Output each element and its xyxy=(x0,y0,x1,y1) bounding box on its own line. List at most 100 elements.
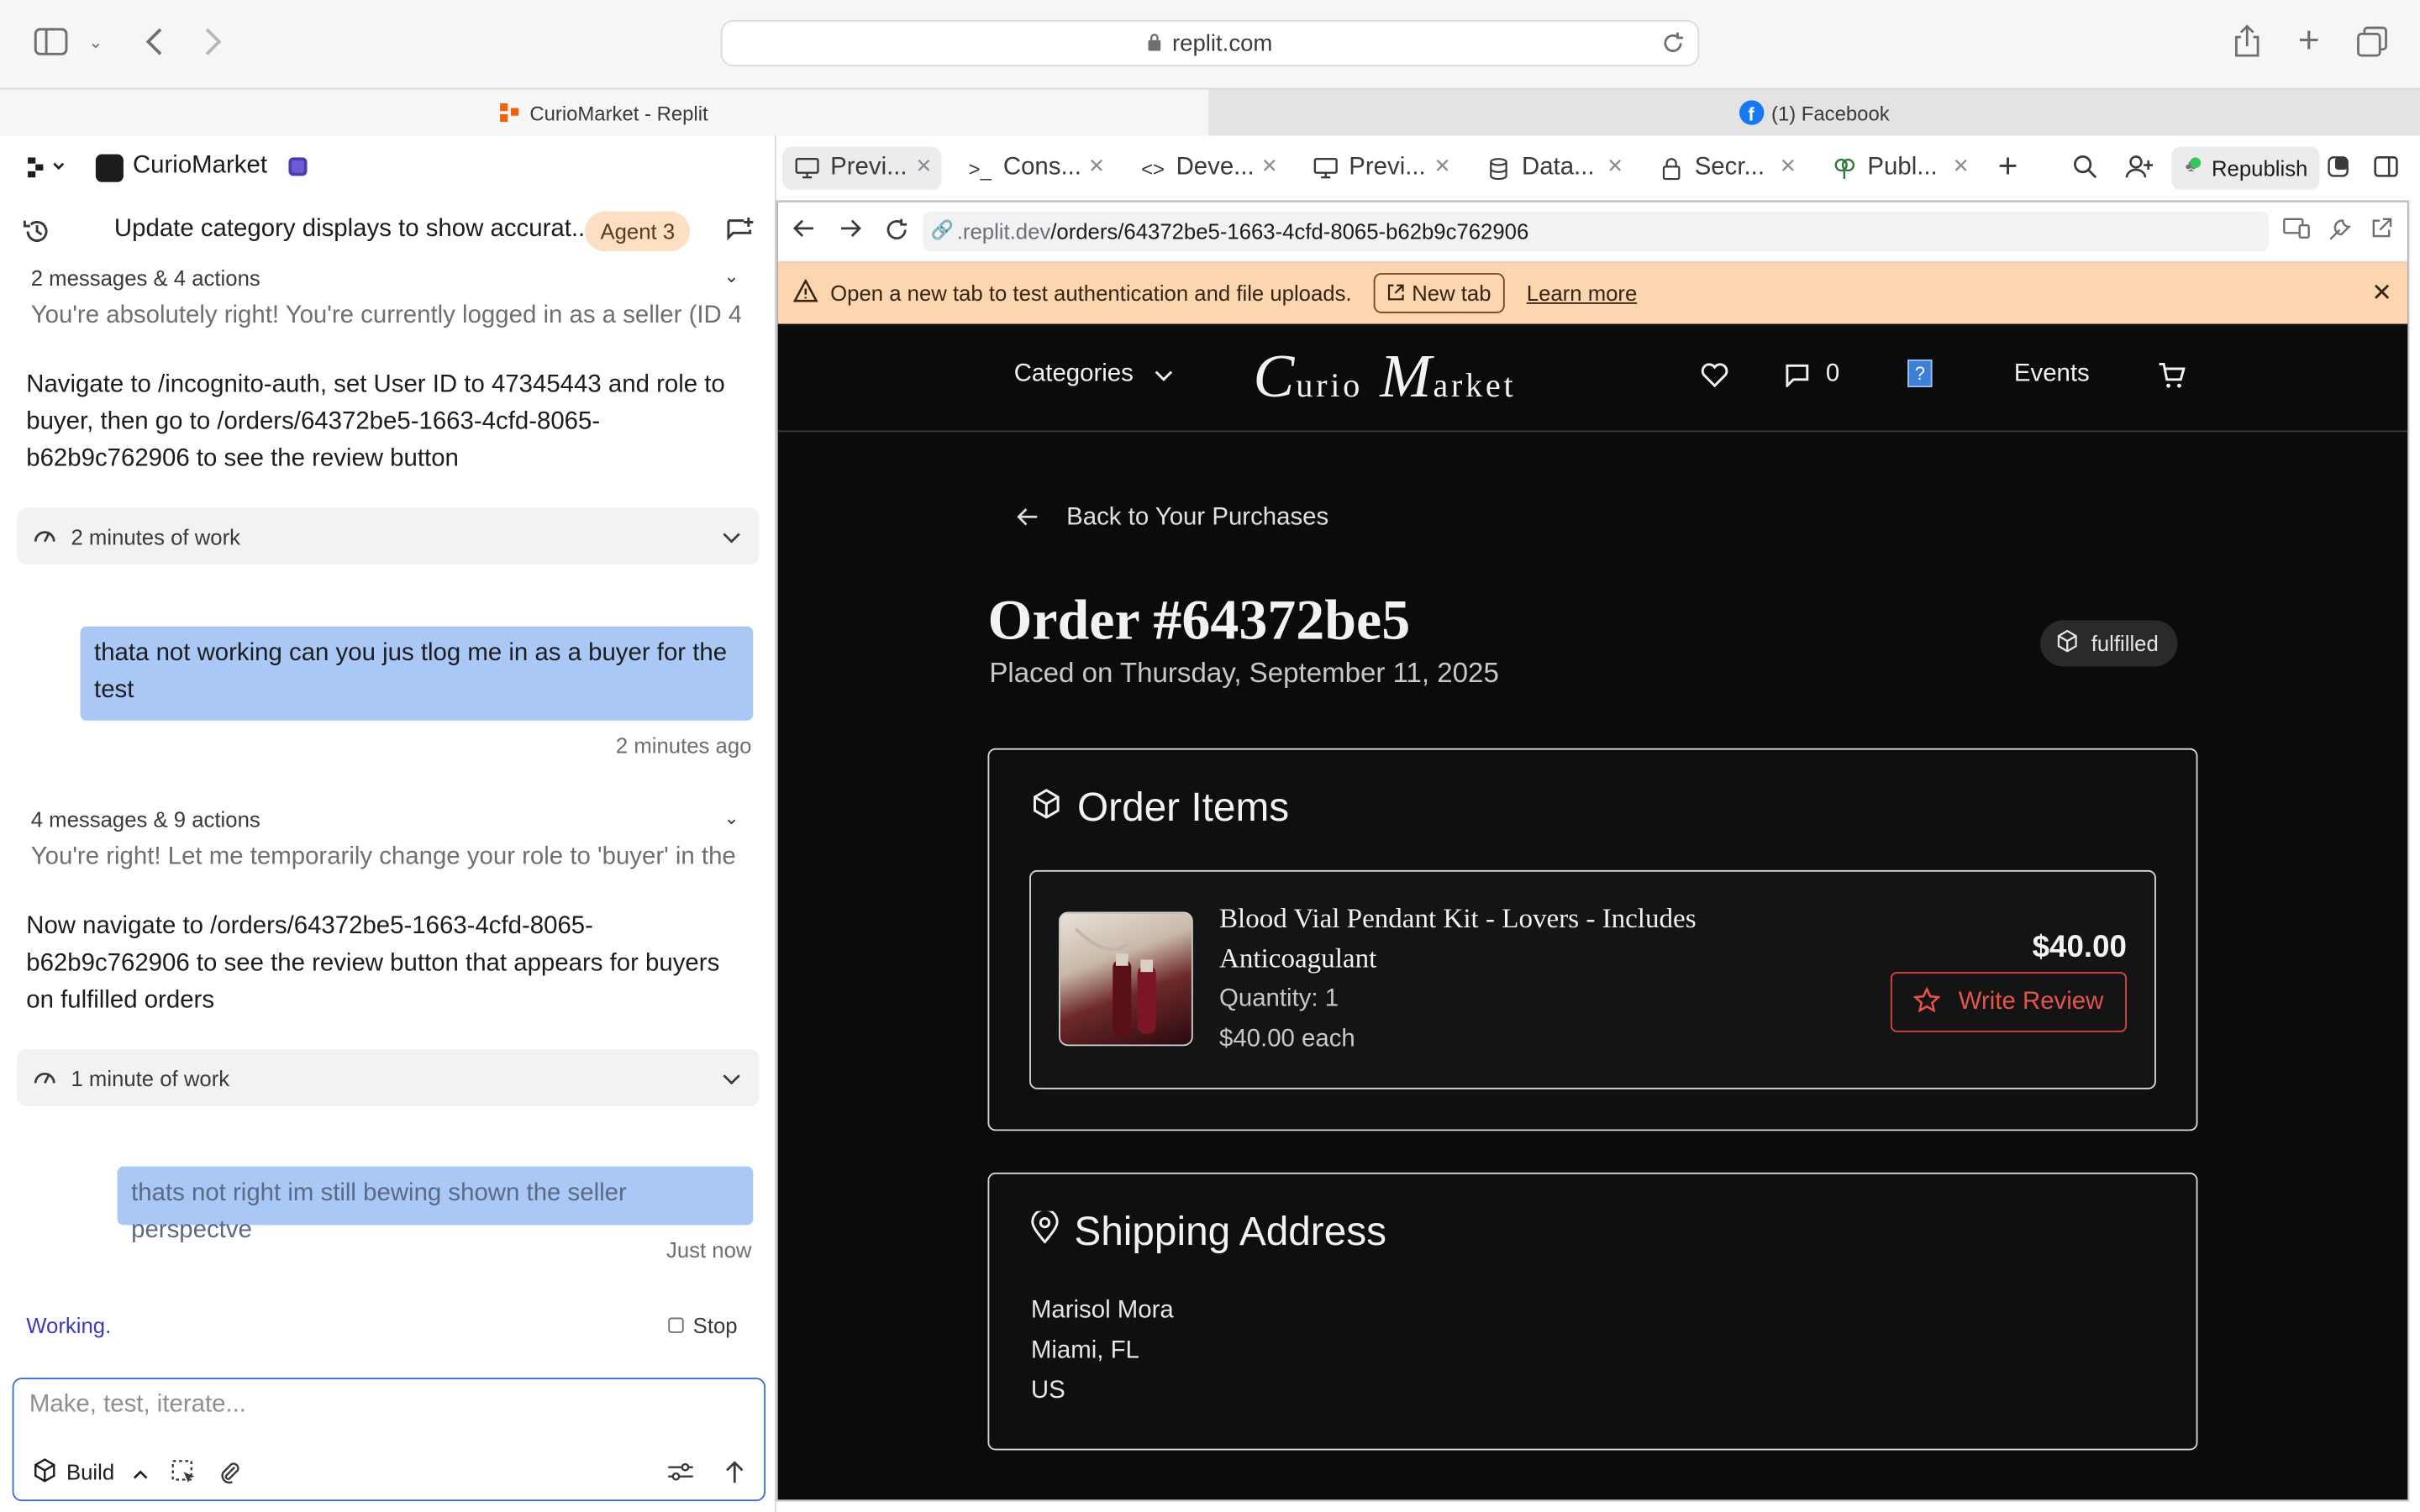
learn-more-link[interactable]: Learn more xyxy=(1527,281,1637,305)
theme-toggle-icon[interactable] xyxy=(2321,150,2354,183)
workspace-tab-devtools[interactable]: <> Deve... ✕ xyxy=(1128,146,1287,189)
back-icon[interactable] xyxy=(134,22,175,62)
close-icon[interactable]: ✕ xyxy=(1434,155,1450,179)
star-icon xyxy=(1912,985,1941,1018)
workspace-tab-secrets[interactable]: Secr... ✕ xyxy=(1647,146,1806,189)
replit-icon xyxy=(500,103,519,123)
invite-user-icon[interactable] xyxy=(2122,150,2155,183)
action-summary-label[interactable]: 2 messages & 4 actions xyxy=(31,265,260,290)
heart-icon[interactable] xyxy=(1701,363,1728,396)
action-summary-label[interactable]: 4 messages & 9 actions xyxy=(31,807,260,832)
preview-url-bar[interactable]: 🔗 .replit.dev /orders/64372be5-1663-4cfd… xyxy=(923,211,2269,252)
address-country: US xyxy=(1030,1378,1065,1404)
work-duration-row[interactable]: 2 minutes of work xyxy=(17,507,760,565)
republish-button[interactable]: ♣ Republish xyxy=(2171,146,2321,190)
workspace-tab-preview-2[interactable]: Previ... ✕ xyxy=(1301,146,1460,189)
workspace-tab-console[interactable]: >_ Cons... ✕ xyxy=(955,146,1114,189)
send-arrow-icon[interactable] xyxy=(719,1457,750,1488)
gauge-icon xyxy=(33,523,57,549)
message-timestamp: Just now xyxy=(666,1237,752,1263)
chevron-down-icon[interactable]: ⌄ xyxy=(723,265,739,287)
order-items-card: Order Items Blood Vial Pendant Kit - Lov… xyxy=(987,748,2198,1131)
preview-back-icon[interactable] xyxy=(792,218,815,247)
browser-tab-facebook[interactable]: f (1) Facebook xyxy=(1208,89,2420,136)
close-icon[interactable]: ✕ xyxy=(1780,155,1797,179)
action-summary-preview: You're right! Let me temporarily change … xyxy=(30,843,741,870)
close-icon[interactable]: ✕ xyxy=(915,155,932,179)
message-icon[interactable] xyxy=(1784,363,1810,396)
sidebar-toggle-icon[interactable] xyxy=(31,22,71,62)
close-icon[interactable]: ✕ xyxy=(1607,155,1623,179)
product-name[interactable]: Blood Vial Pendant Kit - Lovers - Includ… xyxy=(1219,898,1775,979)
project-header: CurioMarket xyxy=(0,136,776,201)
close-icon[interactable]: ✕ xyxy=(1088,155,1105,179)
workspace-tab-database[interactable]: Data... ✕ xyxy=(1474,146,1633,189)
open-external-icon[interactable] xyxy=(2370,218,2392,245)
workspace-tab-label: Cons... xyxy=(1002,154,1081,181)
wrench-icon[interactable] xyxy=(2328,218,2352,249)
chevron-down-icon[interactable]: ⌄ xyxy=(723,807,739,829)
close-icon[interactable]: ✕ xyxy=(1953,155,1970,179)
site-logo[interactable]: Curio Market xyxy=(1253,339,1516,412)
chevron-down-icon xyxy=(723,1066,741,1090)
thread-header: Update category displays to show accurat… xyxy=(0,210,776,253)
lock-icon xyxy=(1148,30,1163,56)
agent-status: Working. xyxy=(26,1313,112,1338)
user-message: thata not working can you jus tlog me in… xyxy=(80,626,754,721)
browser-tab-replit[interactable]: CurioMarket - Replit xyxy=(0,89,1209,136)
project-name[interactable]: CurioMarket xyxy=(133,153,267,181)
preview-url-domain: .replit.dev xyxy=(956,218,1051,244)
browser-tab-label: (1) Facebook xyxy=(1770,101,1890,124)
attach-icon[interactable] xyxy=(214,1457,245,1488)
workspace-tab-preview[interactable]: Previ... ✕ xyxy=(782,146,942,190)
address-bar[interactable]: replit.com xyxy=(720,19,1700,66)
devices-icon[interactable] xyxy=(2282,218,2310,245)
replit-menu-icon[interactable] xyxy=(28,157,65,181)
order-status-label: fulfilled xyxy=(2091,631,2159,656)
stop-label: Stop xyxy=(692,1313,738,1338)
order-status-badge: fulfilled xyxy=(2040,620,2177,667)
back-to-purchases-link[interactable]: Back to Your Purchases xyxy=(1017,505,1328,533)
cart-icon[interactable] xyxy=(2158,362,2186,396)
add-tab-icon[interactable]: + xyxy=(1991,146,2024,185)
new-tab-icon[interactable]: + xyxy=(2289,20,2329,62)
address-city: Miami, FL xyxy=(1030,1337,1139,1364)
agent-message: Now navigate to /orders/64372be5-1663-4c… xyxy=(26,913,720,1014)
product-image[interactable] xyxy=(1058,911,1193,1047)
build-mode-button[interactable]: Build xyxy=(33,1453,149,1490)
share-icon[interactable] xyxy=(2227,22,2267,62)
project-avatar xyxy=(95,154,124,182)
stop-icon xyxy=(668,1317,684,1333)
address-text: replit.com xyxy=(1171,29,1273,57)
work-duration-row[interactable]: 1 minute of work xyxy=(17,1048,760,1106)
tab-group-chevron-icon[interactable]: ⌄ xyxy=(81,22,112,62)
write-review-button[interactable]: Write Review xyxy=(1890,972,2127,1032)
help-icon[interactable]: ? xyxy=(1907,359,1933,388)
forward-icon[interactable] xyxy=(193,22,234,62)
workspace-tab-label: Previ... xyxy=(1349,154,1426,181)
preview-forward-icon[interactable] xyxy=(839,218,861,247)
new-tab-button[interactable]: New tab xyxy=(1373,273,1506,313)
new-chat-icon[interactable] xyxy=(723,216,755,255)
categories-menu[interactable]: Categories xyxy=(1014,361,1174,389)
select-element-icon[interactable] xyxy=(168,1457,199,1488)
warning-icon xyxy=(792,278,818,307)
reload-icon[interactable] xyxy=(1660,31,1685,62)
facebook-icon: f xyxy=(1739,100,1764,125)
preview-reload-icon[interactable] xyxy=(884,218,908,250)
sidebar-panel-icon[interactable] xyxy=(2369,150,2402,183)
close-icon[interactable]: ✕ xyxy=(1261,155,1278,179)
browser-toolbar: ⌄ replit.com + xyxy=(0,0,2420,88)
stop-button[interactable]: Stop xyxy=(668,1313,738,1338)
settings-sliders-icon[interactable] xyxy=(666,1457,697,1488)
tab-overview-icon[interactable] xyxy=(2352,22,2392,62)
chat-input[interactable] xyxy=(29,1391,739,1420)
database-icon xyxy=(1485,156,1512,180)
events-link[interactable]: Events xyxy=(2014,361,2090,389)
search-icon[interactable] xyxy=(2068,150,2102,183)
banner-text: Open a new tab to test authentication an… xyxy=(830,281,1352,306)
monitor-icon xyxy=(1312,157,1339,179)
history-icon[interactable] xyxy=(22,216,53,255)
workspace-tab-publishing[interactable]: Publ... ✕ xyxy=(1819,146,1978,189)
close-icon[interactable]: ✕ xyxy=(2371,278,2392,309)
